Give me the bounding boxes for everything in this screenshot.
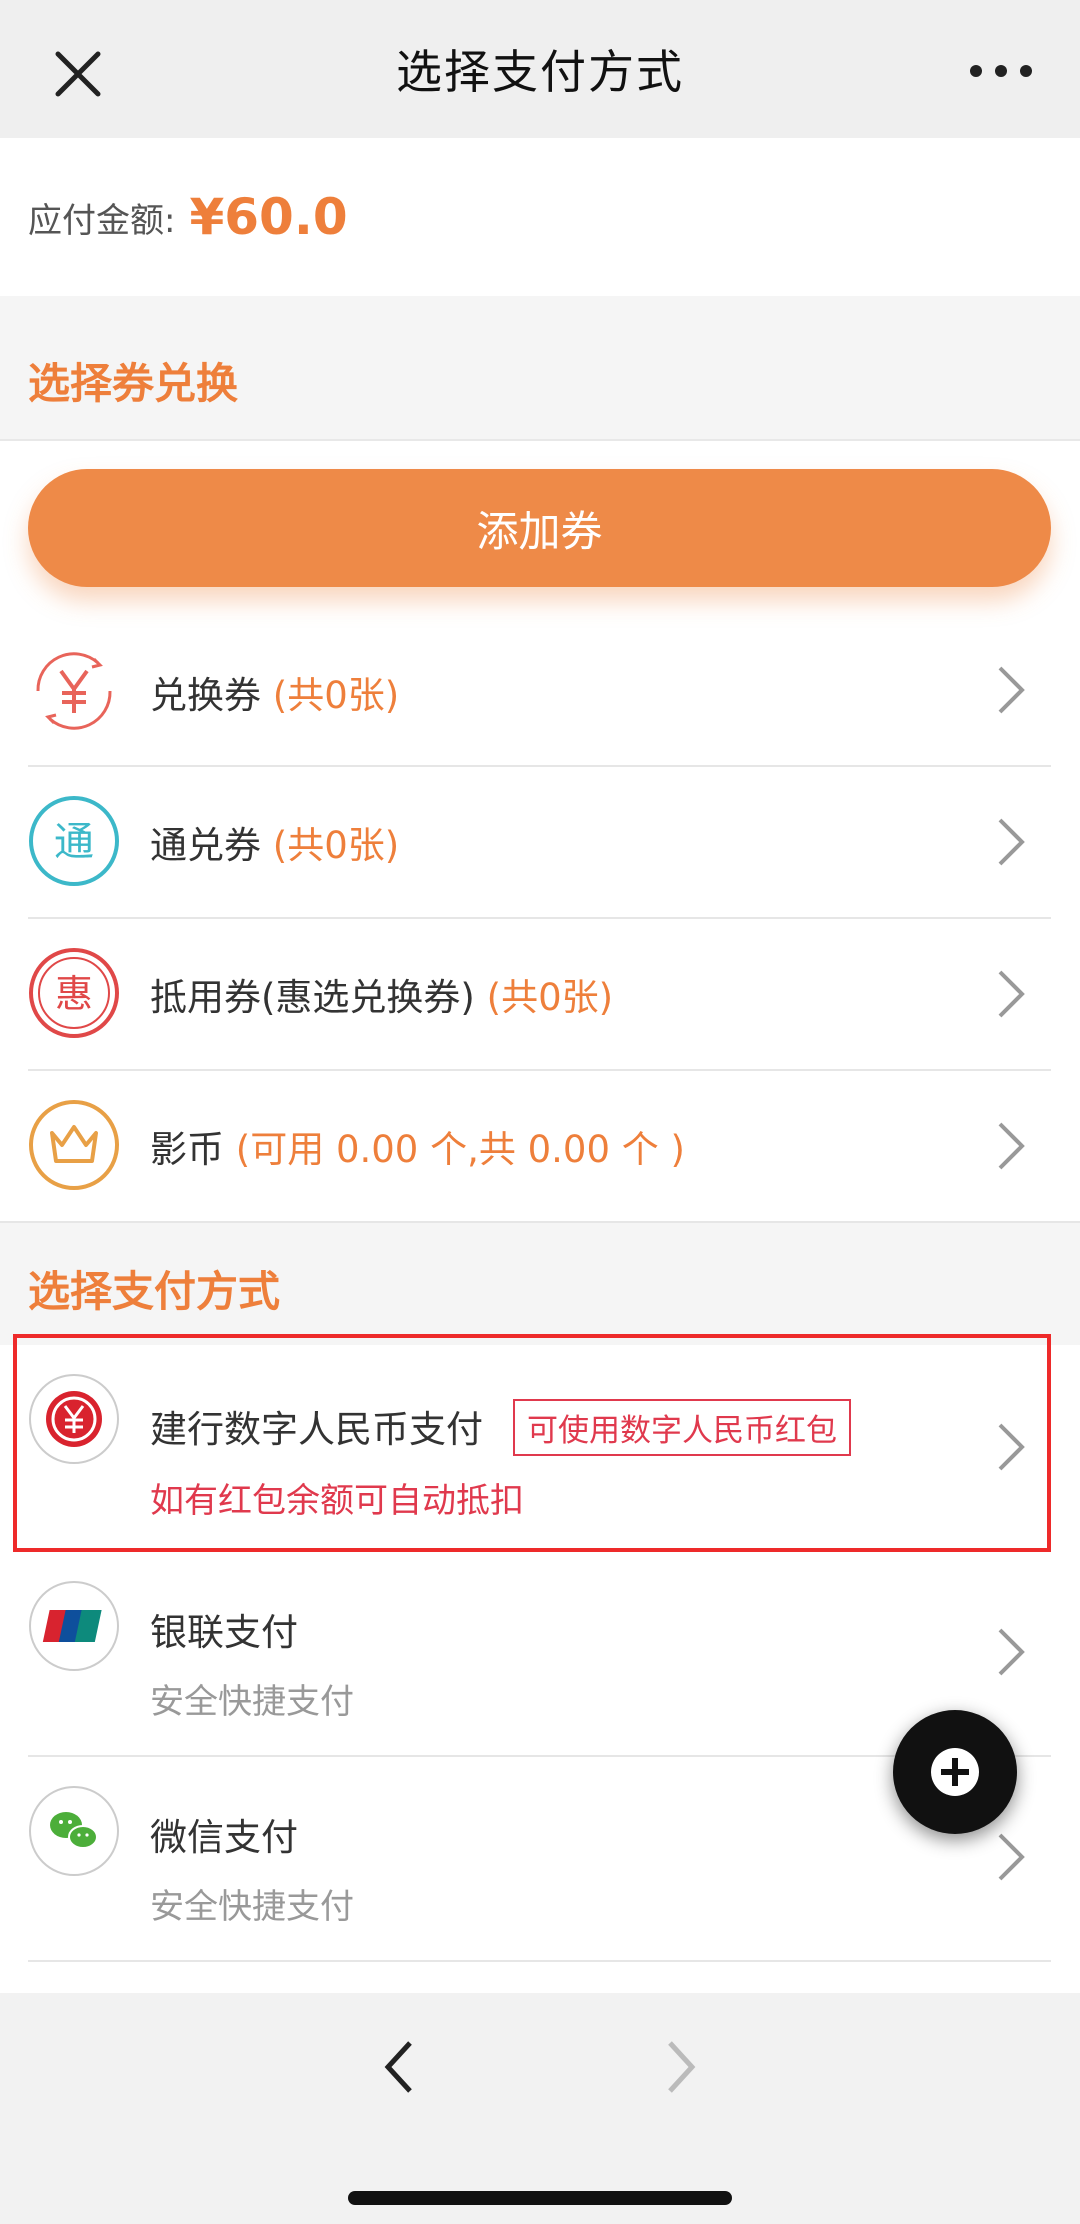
coupon-section-title: 选择券兑换 [28, 359, 239, 408]
payment-name: 微信支付 [150, 1816, 298, 1859]
chevron-right-icon [998, 1833, 1025, 1881]
payment-name: 银联支付 [150, 1611, 298, 1654]
payment-sub: 安全快捷支付 [150, 1887, 354, 1927]
chevron-right-icon [998, 1122, 1025, 1170]
coupon-name: 抵用券(惠选兑换券) (共0张) [150, 976, 614, 1019]
unionpay-icon [29, 1581, 119, 1671]
coupon-row[interactable]: 兑换券 (共0张) [0, 615, 1080, 765]
floating-add-button[interactable] [893, 1710, 1017, 1834]
chevron-right-icon [998, 1628, 1025, 1676]
chevron-right-icon [998, 666, 1025, 714]
coupon-row[interactable]: 通 通兑券 (共0张) [0, 767, 1080, 917]
coupon-name: 通兑券 (共0张) [150, 824, 400, 867]
back-arrow-icon[interactable] [380, 2035, 420, 2099]
hui-coupon-icon: 惠 [29, 948, 119, 1038]
highlight-box [13, 1334, 1051, 1552]
svg-text:惠: 惠 [55, 972, 93, 1016]
tong-coupon-icon: 通 [29, 796, 119, 886]
chevron-right-icon [998, 970, 1025, 1018]
svg-text:通: 通 [54, 819, 94, 865]
coupon-row[interactable]: 惠 抵用券(惠选兑换券) (共0张) [0, 919, 1080, 1069]
more-icon[interactable] [966, 56, 1036, 86]
amount-value: ¥60.0 [189, 188, 348, 246]
crown-icon [29, 1100, 119, 1190]
amount-panel: 应付金额: ¥60.0 [0, 138, 1080, 296]
divider [0, 1221, 1080, 1223]
payment-section-title: 选择支付方式 [28, 1267, 281, 1316]
wechat-pay-icon [29, 1786, 119, 1876]
coupon-name: 影币 (可用 0.00 个,共 0.00 个 ) [150, 1128, 685, 1171]
coupon-name: 兑换券 (共0张) [150, 674, 400, 717]
page-title: 选择支付方式 [396, 45, 684, 99]
amount-label: 应付金额: [28, 200, 176, 241]
top-bar: 选择支付方式 [0, 0, 1080, 138]
coupon-row[interactable]: 影币 (可用 0.00 个,共 0.00 个 ) [0, 1071, 1080, 1221]
divider [0, 439, 1080, 441]
forward-arrow-icon[interactable] [660, 2035, 700, 2099]
close-icon[interactable] [48, 44, 108, 104]
bottom-nav-bar [0, 1993, 1080, 2224]
payment-sub: 安全快捷支付 [150, 1682, 354, 1722]
plus-icon [931, 1748, 979, 1796]
home-indicator [348, 2191, 732, 2205]
chevron-right-icon [998, 818, 1025, 866]
yuan-coupon-icon [36, 652, 112, 730]
add-coupon-button[interactable]: 添加券 [28, 469, 1051, 587]
divider [28, 1960, 1051, 1962]
